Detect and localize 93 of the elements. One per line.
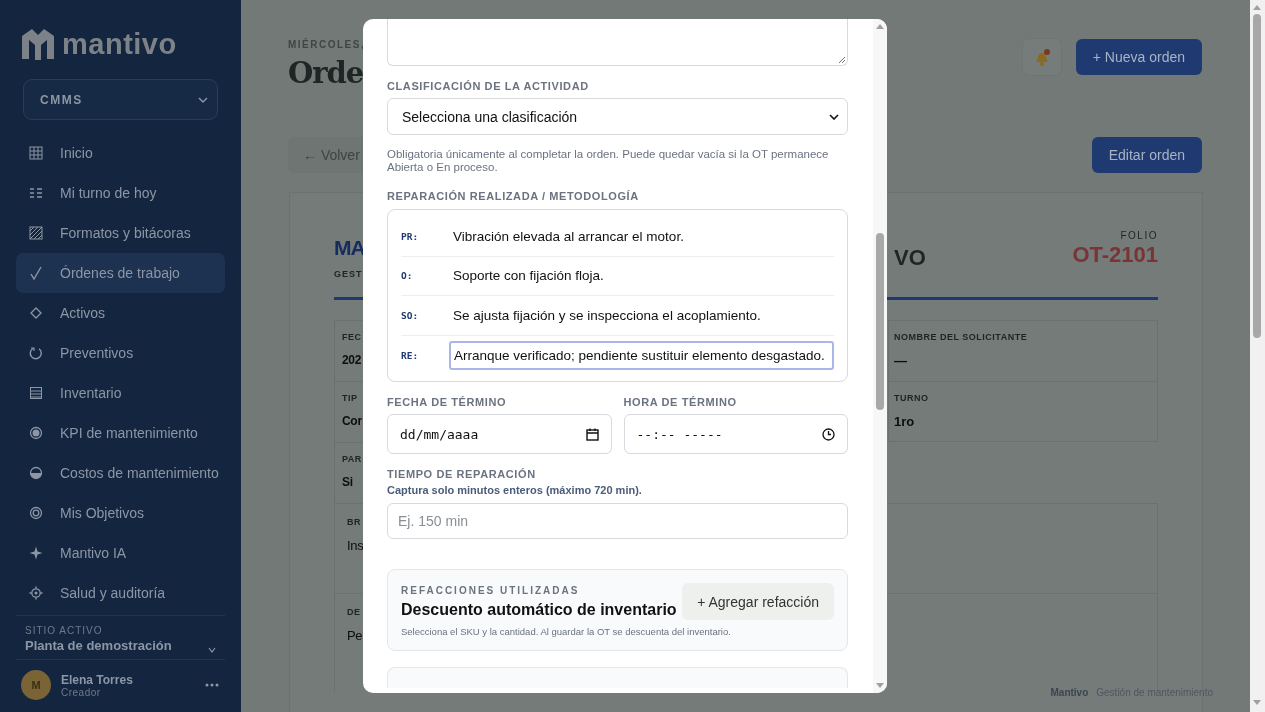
field-value: Ins	[347, 538, 364, 553]
field-label: HORA DE TÉRMINO	[623, 396, 738, 408]
nav-item[interactable]: Órdenes de trabajo	[16, 253, 225, 293]
scroll-up-icon	[876, 23, 884, 29]
nav-item[interactable]: Activos	[16, 293, 225, 333]
order-subheading: GEST	[334, 269, 363, 279]
field-label: BR	[347, 517, 361, 527]
field-value: 202	[342, 353, 362, 367]
input-field[interactable]: Ej. 150 min	[387, 503, 848, 539]
scroll-up-icon	[1253, 4, 1261, 10]
user-name: Elena Torres	[61, 672, 133, 687]
calendar-icon	[585, 427, 599, 441]
page-title: Orde	[288, 56, 363, 90]
input-field[interactable]: Arranque verificado; pendiente sustituir elemento desgastado.	[449, 340, 834, 370]
check-icon	[29, 266, 43, 280]
scroll-down-icon	[1253, 700, 1261, 706]
date-field[interactable]: dd/mm/aaaa	[387, 414, 612, 454]
field-label: TURNO	[894, 393, 929, 403]
help-text: Obligatoria únicamente al completar la orden. Puede quedar vacía si la OT permanece Abierta o En proceso.	[387, 148, 830, 174]
field-label: FECHA DE TÉRMINO	[387, 396, 508, 408]
field-label: TIP	[342, 393, 358, 403]
hatched-square-icon	[29, 226, 43, 240]
nav-item[interactable]: Costos de mantenimiento	[16, 453, 225, 493]
more-icon[interactable]	[205, 683, 219, 687]
row-code: PR:	[401, 230, 420, 242]
new-order-button[interactable]: + Nueva orden	[1075, 39, 1202, 75]
site-select[interactable]: Planta de demostración	[25, 638, 172, 653]
logo-icon	[20, 26, 56, 62]
field-label: REPARACIÓN REALIZADA / METODOLOGÍA	[387, 190, 640, 202]
half-circle-icon	[29, 466, 43, 480]
classification-select[interactable]: Selecciona una clasificación	[387, 98, 848, 135]
sparkle-icon	[29, 546, 43, 560]
field-label: CLASIFICACIÓN DE LA ACTIVIDAD	[387, 80, 590, 92]
rings-icon	[29, 506, 43, 520]
nav-item[interactable]: KPI de mantenimiento	[16, 413, 225, 453]
row-code: RE:	[401, 349, 420, 361]
edit-order-button[interactable]: Editar orden	[1091, 137, 1202, 173]
grid-icon	[29, 146, 43, 160]
input-field[interactable]: Soporte con fijación floja.	[449, 261, 834, 291]
row-code: O:	[401, 270, 414, 282]
card-note: Selecciona el SKU y la cantidad. Al guardar la OT se descuenta del inventario.	[401, 626, 732, 637]
folio-number: OT-2101	[1072, 242, 1158, 268]
field-label: PAR	[342, 454, 362, 464]
field-label: TIEMPO DE REPARACIÓN	[387, 468, 537, 480]
field-label: FEC	[342, 332, 362, 342]
logo-text: mantivo	[62, 27, 177, 61]
nav-item[interactable]: Mantivo IA	[16, 533, 225, 573]
field-label: NOMBRE DEL SOLICITANTE	[894, 332, 1028, 342]
site-label: SITIO ACTIVO	[25, 625, 104, 636]
row-code: SO:	[401, 309, 420, 321]
field-value: Pe	[347, 628, 363, 643]
list-box-icon	[29, 386, 43, 400]
chevron-down-icon	[829, 113, 839, 120]
nav-item[interactable]: Inventario	[16, 373, 225, 413]
nav-item[interactable]: Preventivos	[16, 333, 225, 373]
folio-label: FOLIO	[1120, 230, 1158, 241]
field-label: DE	[347, 607, 361, 617]
time-field[interactable]: --:-- -----	[623, 414, 848, 454]
refresh-icon	[29, 346, 43, 360]
diamond-icon	[29, 306, 43, 320]
notification-button[interactable]	[1021, 38, 1062, 76]
card-eyebrow: REFACCIONES UTILIZADAS	[401, 585, 581, 596]
resize-handle-icon	[838, 56, 846, 64]
text-area[interactable]	[387, 19, 848, 66]
nav-item[interactable]: Mis Objetivos	[16, 493, 225, 533]
order-heading: VO	[894, 245, 926, 272]
chevron-down-icon	[208, 647, 216, 653]
clock-icon	[822, 427, 835, 441]
avatar: M	[21, 670, 51, 700]
target-icon	[29, 426, 43, 440]
hint-text: Captura solo minutos enteros (máximo 720 min).	[387, 484, 643, 496]
field-value: —	[894, 353, 907, 368]
chevron-down-icon	[198, 96, 208, 103]
order-heading: MA	[334, 236, 365, 260]
field-value: Cor	[342, 414, 362, 428]
field-value: 1ro	[894, 414, 915, 429]
scrollbar-thumb[interactable]	[876, 233, 884, 410]
add-part-button[interactable]: + Agregar refacción	[682, 583, 834, 620]
module-select[interactable]: CMMS	[23, 79, 218, 120]
field-value: Si	[342, 475, 353, 489]
card-title: Descuento automático de inventario	[401, 601, 677, 619]
nav-item[interactable]: Mi turno de hoy	[16, 173, 225, 213]
settings-icon	[29, 586, 43, 600]
nav-item[interactable]: Salud y auditoría	[16, 573, 225, 613]
nav-item[interactable]: Inicio	[16, 133, 225, 173]
scrollbar-thumb[interactable]	[1253, 14, 1261, 338]
input-field[interactable]: Vibración elevada al arrancar el motor.	[449, 221, 834, 251]
list-icon	[29, 186, 43, 200]
footer-brand: Mantivo	[1050, 687, 1089, 698]
input-field[interactable]: Se ajusta fijación y se inspecciona el acoplamiento.	[449, 300, 834, 330]
nav-item[interactable]: Formatos y bitácoras	[16, 213, 225, 253]
scroll-down-icon	[876, 683, 884, 689]
user-role: Creador	[61, 686, 102, 698]
